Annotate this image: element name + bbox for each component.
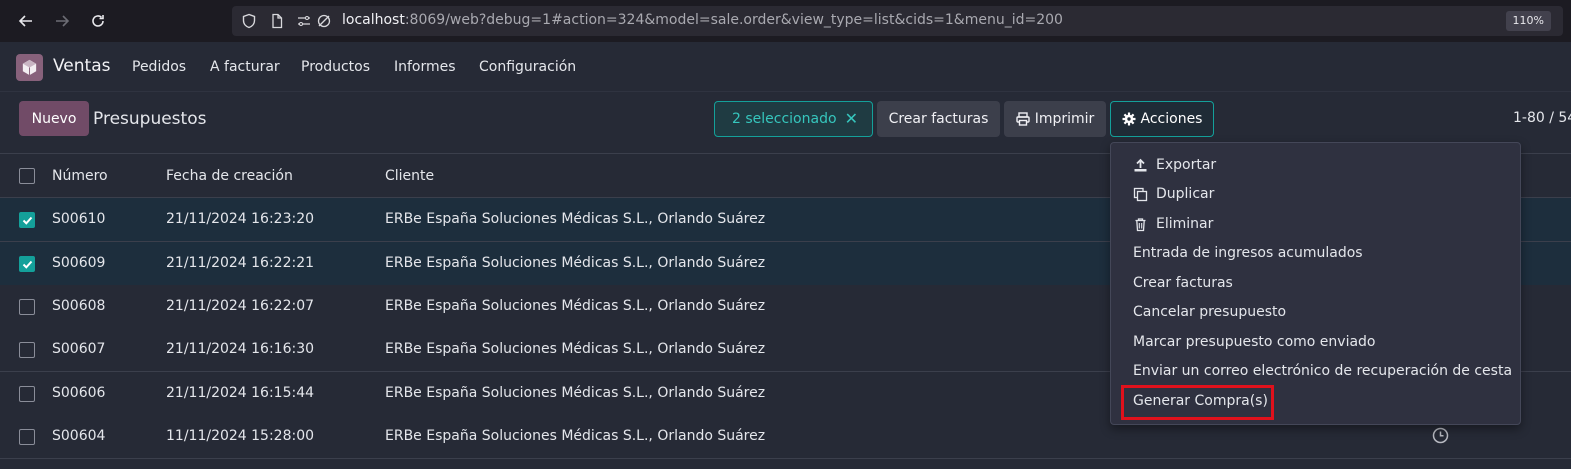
back-icon[interactable] — [14, 9, 38, 33]
browser-toolbar: localhost:8069/web?debug=1#action=324&mo… — [0, 0, 1571, 42]
checkmark-icon — [22, 260, 33, 269]
menu-item-marcar-presupuesto-como-enviado[interactable]: Marcar presupuesto como enviado — [1133, 334, 1375, 350]
row-checkbox[interactable] — [19, 299, 35, 315]
actions-dropdown-menu: Exportar Duplicar Eliminar Entrada de ingre… — [1110, 142, 1521, 425]
cell-customer: ERBe España Soluciones Médicas S.L., Orl… — [385, 428, 766, 444]
shield-icon[interactable] — [241, 13, 257, 29]
menu-item-label: Entrada de ingresos acumulados — [1133, 245, 1363, 261]
cell-customer: ERBe España Soluciones Médicas S.L., Orl… — [385, 211, 766, 227]
menu-item-eliminar[interactable]: Eliminar — [1133, 216, 1213, 232]
menu-configuracion[interactable]: Configuración — [479, 59, 576, 75]
menu-item-label: Duplicar — [1156, 186, 1215, 202]
menu-item-entrada-de-ingresos-acumulados[interactable]: Entrada de ingresos acumulados — [1133, 245, 1363, 261]
new-button[interactable]: Nuevo — [19, 101, 89, 136]
app-name[interactable]: Ventas — [53, 56, 110, 76]
reload-icon[interactable] — [86, 9, 110, 33]
selection-count-label: 2 seleccionado — [732, 111, 837, 127]
zoom-level-badge[interactable]: 110% — [1505, 11, 1551, 31]
print-button[interactable]: Imprimir — [1004, 101, 1106, 137]
copy-icon — [1133, 187, 1156, 202]
cell-date: 21/11/2024 16:22:21 — [166, 255, 315, 271]
row-checkbox[interactable] — [19, 256, 35, 272]
tracking-protection-icon[interactable] — [316, 13, 332, 29]
menu-item-label: Exportar — [1156, 157, 1217, 173]
menu-item-exportar[interactable]: Exportar — [1133, 157, 1216, 173]
cell-date: 21/11/2024 16:15:44 — [166, 385, 315, 401]
url-path: :8069/web?debug=1#action=324&model=sale.… — [404, 12, 1063, 28]
menu-item-label: Enviar un correo electrónico de recupera… — [1133, 363, 1513, 379]
highlight-annotation-box — [1121, 385, 1274, 420]
actions-label: Acciones — [1140, 111, 1203, 127]
cell-number: S00606 — [52, 385, 106, 401]
select-all-checkbox[interactable] — [19, 168, 35, 184]
trash-icon — [1133, 217, 1156, 232]
gear-icon — [1122, 112, 1136, 126]
menu-item-label: Eliminar — [1156, 216, 1214, 232]
cell-date: 11/11/2024 15:28:00 — [166, 428, 315, 444]
actions-button[interactable]: Acciones — [1110, 101, 1214, 137]
row-checkbox[interactable] — [19, 429, 35, 445]
menu-item-label: Cancelar presupuesto — [1133, 304, 1287, 320]
sales-app-icon[interactable] — [16, 54, 43, 81]
url-text[interactable]: localhost:8069/web?debug=1#action=324&mo… — [342, 12, 1063, 28]
cell-date: 21/11/2024 16:22:07 — [166, 298, 315, 314]
url-host: localhost — [342, 12, 405, 28]
cell-number: S00608 — [52, 298, 106, 314]
row-checkbox[interactable] — [19, 212, 35, 228]
forward-icon[interactable] — [50, 9, 74, 33]
menu-productos[interactable]: Productos — [301, 59, 370, 75]
address-bar[interactable]: localhost:8069/web?debug=1#action=324&mo… — [232, 6, 1563, 36]
checkmark-icon — [22, 216, 33, 225]
cell-number: S00609 — [52, 255, 106, 271]
page-icon — [272, 13, 283, 29]
cell-customer: ERBe España Soluciones Médicas S.L., Orl… — [385, 341, 766, 357]
column-header-customer[interactable]: Cliente — [385, 168, 434, 184]
cell-number: S00607 — [52, 341, 106, 357]
cell-number: S00610 — [52, 211, 106, 227]
printer-icon — [1016, 112, 1030, 126]
upload-icon — [1133, 158, 1156, 173]
menu-item-label: Crear facturas — [1133, 275, 1233, 291]
menu-item-label: Marcar presupuesto como enviado — [1133, 334, 1376, 350]
selection-badge[interactable]: 2 seleccionado ✕ — [714, 101, 873, 137]
pager-value[interactable]: 1-80 / 54 — [1513, 110, 1571, 126]
row-checkbox[interactable] — [19, 342, 35, 358]
menu-informes[interactable]: Informes — [394, 59, 456, 75]
row-checkbox[interactable] — [19, 386, 35, 402]
menu-item-duplicar[interactable]: Duplicar — [1133, 186, 1214, 202]
cell-customer: ERBe España Soluciones Médicas S.L., Orl… — [385, 298, 766, 314]
menu-item-enviar-un-correo-electr-nico-de-recuperaci-n-de-cesta[interactable]: Enviar un correo electrónico de recupera… — [1133, 363, 1512, 379]
column-header-number[interactable]: Número — [52, 168, 108, 184]
clear-selection-icon[interactable]: ✕ — [845, 109, 858, 128]
cell-date: 21/11/2024 16:23:20 — [166, 211, 315, 227]
print-label: Imprimir — [1034, 111, 1095, 127]
menu-a-facturar[interactable]: A facturar — [210, 59, 280, 75]
create-invoices-button[interactable]: Crear facturas — [877, 101, 1000, 137]
column-header-date[interactable]: Fecha de creación — [166, 168, 293, 184]
cell-customer: ERBe España Soluciones Médicas S.L., Orl… — [385, 255, 766, 271]
page-title: Presupuestos — [93, 109, 207, 129]
app-navbar: Ventas Pedidos A facturar Productos Info… — [0, 42, 1571, 92]
cell-customer: ERBe España Soluciones Médicas S.L., Orl… — [385, 385, 766, 401]
clock-icon[interactable] — [1432, 427, 1449, 444]
menu-pedidos[interactable]: Pedidos — [132, 59, 186, 75]
cell-number: S00604 — [52, 428, 106, 444]
menu-item-crear-facturas[interactable]: Crear facturas — [1133, 275, 1233, 291]
menu-item-cancelar-presupuesto[interactable]: Cancelar presupuesto — [1133, 304, 1286, 320]
cell-date: 21/11/2024 16:16:30 — [166, 341, 315, 357]
permissions-icon[interactable] — [296, 13, 312, 29]
